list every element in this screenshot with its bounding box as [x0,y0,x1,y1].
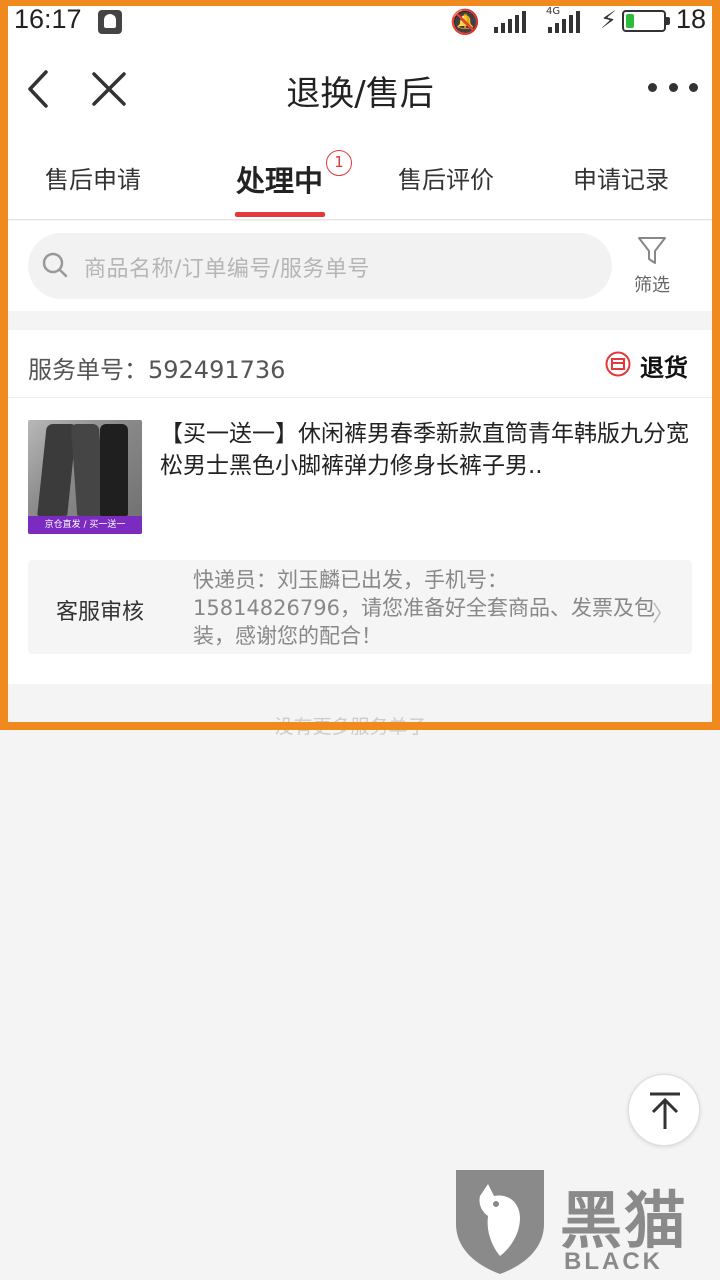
tab-bar: 售后申请 处理中 1 售后评价 申请记录 [0,134,720,220]
service-number: 服务单号：592491736 [28,356,286,384]
battery-icon [622,10,670,32]
chevron-right-icon: 〉 [652,602,675,627]
tab-after-sale-apply[interactable]: 售后申请 [45,160,141,195]
return-goods-icon [605,351,631,377]
notification-icon [98,10,122,34]
more-dots-icon[interactable] [648,72,698,102]
back-to-top-button[interactable] [628,1074,700,1146]
tab-badge: 1 [326,150,352,176]
status-message: 快递员：刘玉麟已出发，手机号：15814826796，请您准备好全套商品、发票及… [193,568,655,648]
no-more-text: 没有更多服务单子～ [274,716,446,738]
page-title: 退换/售后 [286,74,434,114]
service-status-box[interactable]: 客服审核 快递员：刘玉麟已出发，手机号：15814826796，请您准备好全套商… [28,560,692,654]
signal-4g-icon [548,11,580,33]
active-tab-indicator [235,212,325,217]
signal-icon [494,11,526,33]
search-input[interactable]: 商品名称/订单编号/服务单号 [28,233,612,299]
search-icon [42,252,68,278]
cat-shield-icon [456,1170,544,1274]
product-image[interactable]: 京仓直发 / 买一送一 [28,420,142,534]
status-label: 客服审核 [56,600,145,625]
product-title[interactable]: 【买一送一】休闲裤男春季新款直筒青年韩版九分宽松男士黑色小脚裤弹力修身长裤子男.… [160,418,694,482]
watermark-logo: 黑猫 BLACK CAT [448,1166,720,1280]
search-row: 商品名称/订单编号/服务单号 筛选 [0,221,720,311]
service-order-card[interactable]: 服务单号：592491736 退货 京仓直发 / 买一送一 【买一送一】休闲裤男… [0,330,720,684]
mute-icon: 🔕 [450,8,480,36]
filter-button[interactable]: 筛选 [626,235,678,296]
status-time: 16:17 [14,4,82,34]
product-image-banner: 京仓直发 / 买一送一 [28,516,142,534]
tab-apply-records[interactable]: 申请记录 [573,160,669,195]
filter-icon [638,237,666,264]
arrow-up-icon [650,1092,680,1129]
status-bar: 16:17 🔕 4G ⚡ 18 [0,0,720,44]
nav-bar: 退换/售后 [0,44,720,134]
service-type-label: 退货 [640,354,688,382]
tab-after-sale-review[interactable]: 售后评价 [398,160,494,195]
watermark-cn-text: 黑猫 [560,1184,689,1257]
battery-level: 18 [676,4,707,34]
service-order-header: 服务单号：592491736 退货 [0,330,720,398]
search-placeholder: 商品名称/订单编号/服务单号 [84,257,370,282]
filter-label: 筛选 [634,275,670,296]
tab-processing[interactable]: 处理中 [236,158,323,200]
charging-icon: ⚡ [600,6,617,34]
watermark-en-text: BLACK CAT [564,1248,663,1280]
